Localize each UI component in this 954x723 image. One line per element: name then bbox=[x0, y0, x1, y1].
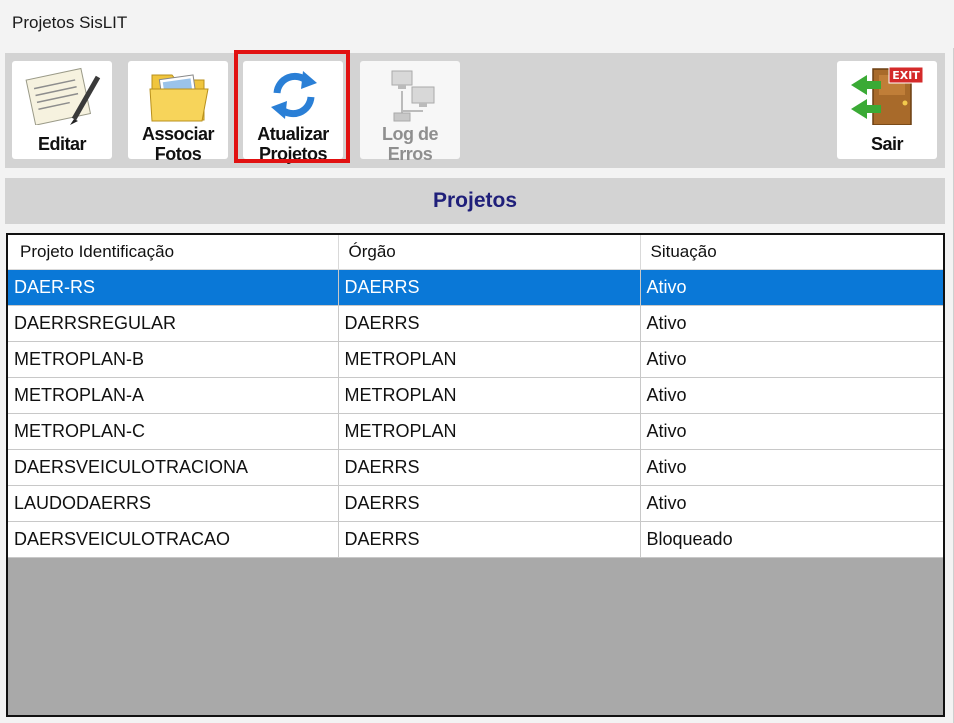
highlight-annotation bbox=[234, 50, 350, 163]
network-computers-icon bbox=[391, 70, 435, 122]
table-row[interactable]: DAERSVEICULOTRACIONA DAERRS Ativo bbox=[8, 449, 943, 486]
table-row[interactable]: METROPLAN-C METROPLAN Ativo bbox=[8, 413, 943, 450]
window-title: Projetos SisLIT bbox=[12, 13, 128, 32]
cell-situacao: Bloqueado bbox=[640, 521, 943, 558]
cell-situacao: Ativo bbox=[640, 269, 943, 306]
title-bar: Projetos SisLIT bbox=[0, 0, 954, 48]
cell-projeto: DAERSVEICULOTRACAO bbox=[8, 521, 339, 558]
error-log-button[interactable]: Log de Erros bbox=[360, 61, 460, 164]
edit-button[interactable]: Editar bbox=[12, 61, 112, 159]
associate-photos-button[interactable]: Associar Fotos bbox=[128, 61, 228, 164]
cell-orgao: METROPLAN bbox=[338, 377, 641, 414]
error-log-label-line2: Erros bbox=[387, 144, 433, 164]
toolbar: Editar Associar Fotos Atualizar Projetos… bbox=[5, 50, 945, 168]
cell-situacao: Ativo bbox=[640, 449, 943, 486]
exit-button-label: Sair bbox=[870, 134, 904, 154]
cell-orgao: DAERRS bbox=[338, 305, 641, 342]
cell-orgao: DAERRS bbox=[338, 485, 641, 522]
main-window: Projetos SisLIT Editar Associar Fotos At… bbox=[0, 0, 954, 723]
table-row[interactable]: METROPLAN-A METROPLAN Ativo bbox=[8, 377, 943, 414]
error-log-label-line1: Log de bbox=[382, 124, 439, 144]
column-header-situacao[interactable]: Situação bbox=[640, 235, 943, 270]
edit-button-label: Editar bbox=[37, 134, 87, 154]
cell-projeto: DAERRSREGULAR bbox=[8, 305, 339, 342]
grid-header-row: Projeto Identificação Órgão Situação bbox=[8, 235, 943, 270]
cell-situacao: Ativo bbox=[640, 413, 943, 450]
cell-orgao: METROPLAN bbox=[338, 413, 641, 450]
cell-orgao: METROPLAN bbox=[338, 341, 641, 378]
table-row[interactable]: DAERRSREGULAR DAERRS Ativo bbox=[8, 305, 943, 342]
cell-orgao: DAERRS bbox=[338, 269, 641, 306]
projects-grid[interactable]: Projeto Identificação Órgão Situação DAE… bbox=[6, 233, 945, 717]
exit-button[interactable]: EXIT Sair bbox=[837, 61, 937, 159]
cell-projeto: DAERSVEICULOTRACIONA bbox=[8, 449, 339, 486]
cell-orgao: DAERRS bbox=[338, 449, 641, 486]
svg-text:EXIT: EXIT bbox=[892, 69, 920, 82]
cell-projeto: DAER-RS bbox=[8, 269, 339, 306]
section-title: Projetos bbox=[5, 178, 945, 224]
cell-situacao: Ativo bbox=[640, 305, 943, 342]
column-header-orgao[interactable]: Órgão bbox=[338, 235, 641, 270]
edit-document-icon bbox=[25, 67, 101, 125]
cell-situacao: Ativo bbox=[640, 377, 943, 414]
projects-table: Projeto Identificação Órgão Situação DAE… bbox=[8, 235, 943, 558]
associate-photos-label-line1: Associar bbox=[141, 124, 215, 144]
cell-situacao: Ativo bbox=[640, 341, 943, 378]
cell-projeto: METROPLAN-B bbox=[8, 341, 339, 378]
photos-folder-icon bbox=[149, 74, 209, 122]
table-row[interactable]: LAUDODAERRS DAERRS Ativo bbox=[8, 485, 943, 522]
table-row[interactable]: METROPLAN-B METROPLAN Ativo bbox=[8, 341, 943, 378]
cell-projeto: LAUDODAERRS bbox=[8, 485, 339, 522]
cell-projeto: METROPLAN-C bbox=[8, 413, 339, 450]
cell-orgao: DAERRS bbox=[338, 521, 641, 558]
cell-projeto: METROPLAN-A bbox=[8, 377, 339, 414]
column-header-projeto[interactable]: Projeto Identificação bbox=[8, 235, 339, 270]
cell-situacao: Ativo bbox=[640, 485, 943, 522]
table-row[interactable]: DAER-RS DAERRS Ativo bbox=[8, 269, 943, 306]
exit-door-icon: EXIT bbox=[851, 66, 924, 125]
table-row[interactable]: DAERSVEICULOTRACAO DAERRS Bloqueado bbox=[8, 521, 943, 558]
associate-photos-label-line2: Fotos bbox=[154, 144, 202, 164]
